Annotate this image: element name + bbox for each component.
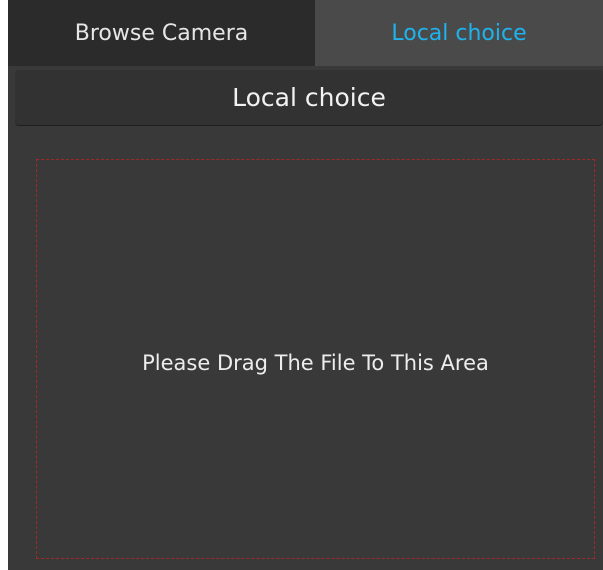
tab-bar: Browse Camera Local choice — [8, 0, 603, 66]
local-choice-panel: Browse Camera Local choice Local choice … — [8, 0, 603, 570]
tab-local-choice[interactable]: Local choice — [315, 0, 603, 66]
app-window: Browse Camera Local choice Local choice … — [0, 0, 603, 570]
drop-zone-hint: Please Drag The File To This Area — [142, 351, 489, 375]
file-drop-zone[interactable]: Please Drag The File To This Area — [36, 159, 595, 559]
tab-browse-camera[interactable]: Browse Camera — [8, 0, 315, 66]
section-title: Local choice — [15, 70, 603, 126]
